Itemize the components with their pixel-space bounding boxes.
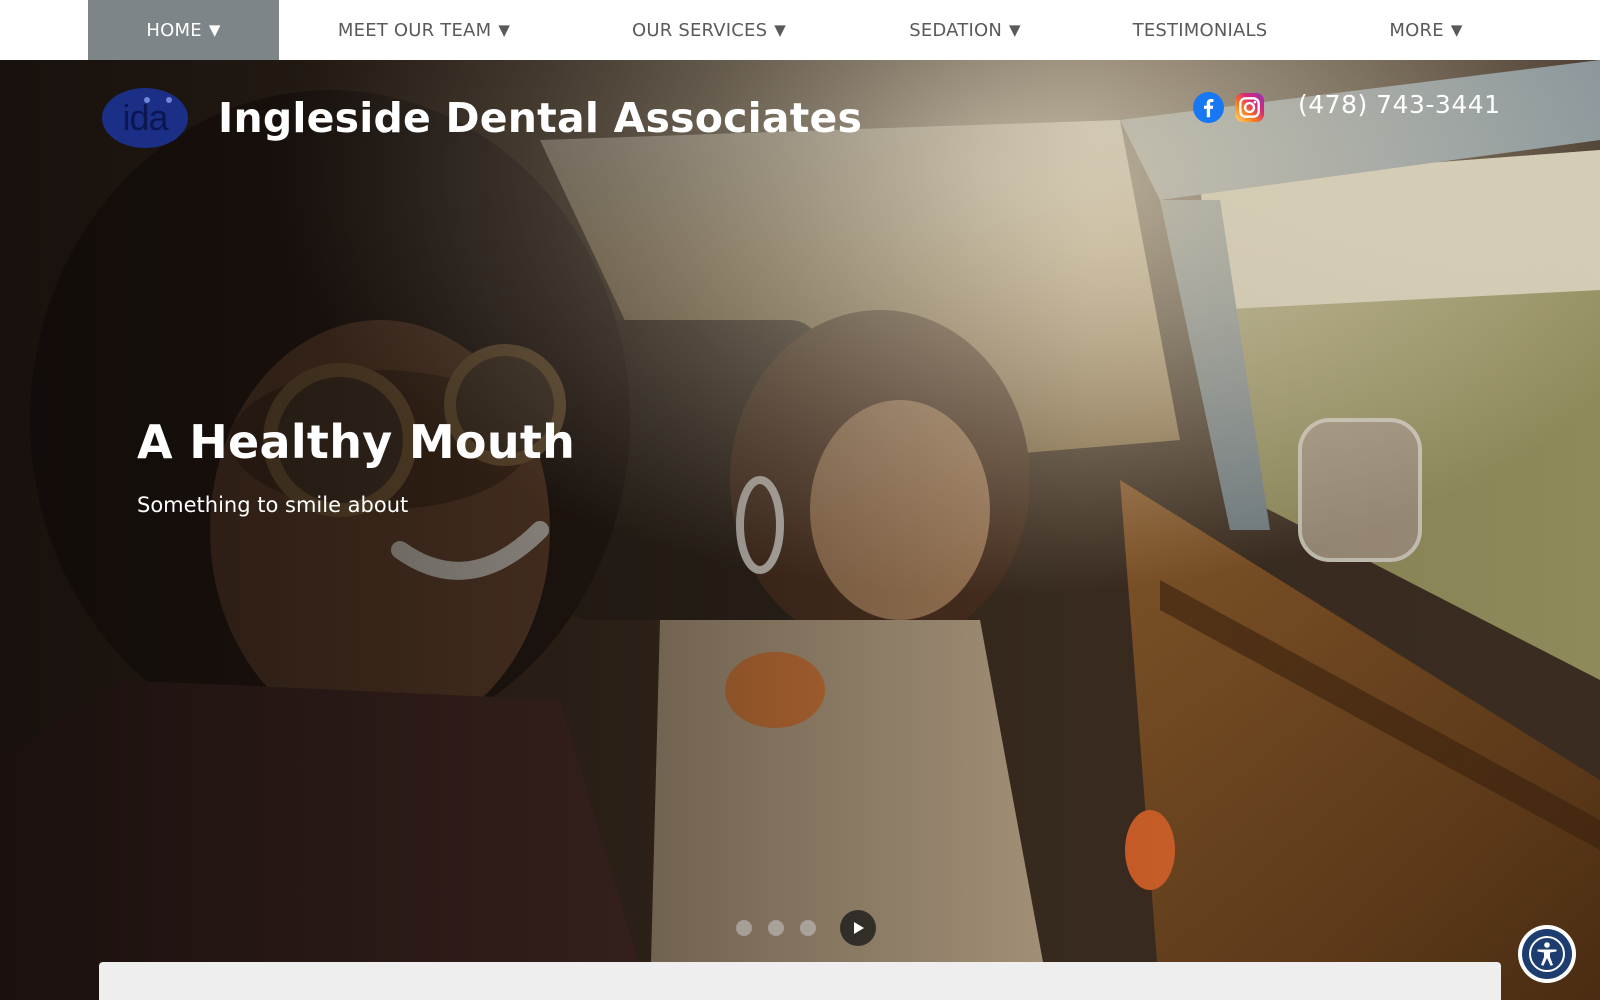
caret-down-icon: ▼ xyxy=(774,21,787,39)
nav-list: HOME ▼ MEET OUR TEAM ▼ OUR SERVICES ▼ SE… xyxy=(88,0,1533,60)
nav-item-our-services[interactable]: OUR SERVICES ▼ xyxy=(569,0,849,60)
slide-dot[interactable] xyxy=(736,920,752,936)
accessibility-icon xyxy=(1522,929,1572,979)
caret-down-icon: ▼ xyxy=(1450,21,1463,39)
nav-item-label: TESTIMONIALS xyxy=(1132,19,1268,41)
hero-overlay xyxy=(0,60,1600,1000)
logo-text: ida xyxy=(122,97,168,138)
hero-section: ida Ingleside Dental Associates (478) 74… xyxy=(0,60,1600,1000)
nav-item-meet-our-team[interactable]: MEET OUR TEAM ▼ xyxy=(279,0,569,60)
content-card xyxy=(99,962,1501,1000)
caret-down-icon: ▼ xyxy=(1009,21,1021,39)
slide-dot[interactable] xyxy=(768,920,784,936)
facebook-icon[interactable] xyxy=(1193,92,1224,123)
nav-item-more[interactable]: MORE ▼ xyxy=(1319,0,1533,60)
logo[interactable]: ida xyxy=(102,88,188,148)
logo-dot-icon xyxy=(144,97,150,103)
phone-number[interactable]: (478) 743-3441 xyxy=(1298,90,1501,119)
main-nav: HOME ▼ MEET OUR TEAM ▼ OUR SERVICES ▼ SE… xyxy=(0,0,1600,60)
nav-item-home[interactable]: HOME ▼ xyxy=(88,0,279,60)
site-name[interactable]: Ingleside Dental Associates xyxy=(218,94,862,142)
nav-item-testimonials[interactable]: TESTIMONIALS xyxy=(1081,0,1319,60)
caret-down-icon: ▼ xyxy=(208,21,221,39)
instagram-icon[interactable] xyxy=(1234,92,1265,123)
slider-controls xyxy=(736,910,876,946)
nav-item-label: MORE xyxy=(1389,19,1444,41)
play-button[interactable] xyxy=(840,910,876,946)
accessibility-button[interactable] xyxy=(1518,925,1576,983)
hero-headline: A Healthy Mouth xyxy=(137,415,576,469)
caret-down-icon: ▼ xyxy=(498,21,511,39)
brand[interactable]: ida Ingleside Dental Associates xyxy=(102,88,862,148)
play-icon xyxy=(854,922,864,934)
nav-item-label: OUR SERVICES xyxy=(631,19,768,41)
nav-item-label: MEET OUR TEAM xyxy=(337,19,492,41)
nav-item-sedation[interactable]: SEDATION ▼ xyxy=(849,0,1081,60)
nav-item-label: HOME xyxy=(146,19,202,41)
hero-subheadline: Something to smile about xyxy=(137,493,409,517)
nav-item-label: SEDATION xyxy=(909,19,1003,41)
slide-dot[interactable] xyxy=(800,920,816,936)
logo-dot-icon xyxy=(166,97,172,103)
social-links xyxy=(1193,92,1265,123)
